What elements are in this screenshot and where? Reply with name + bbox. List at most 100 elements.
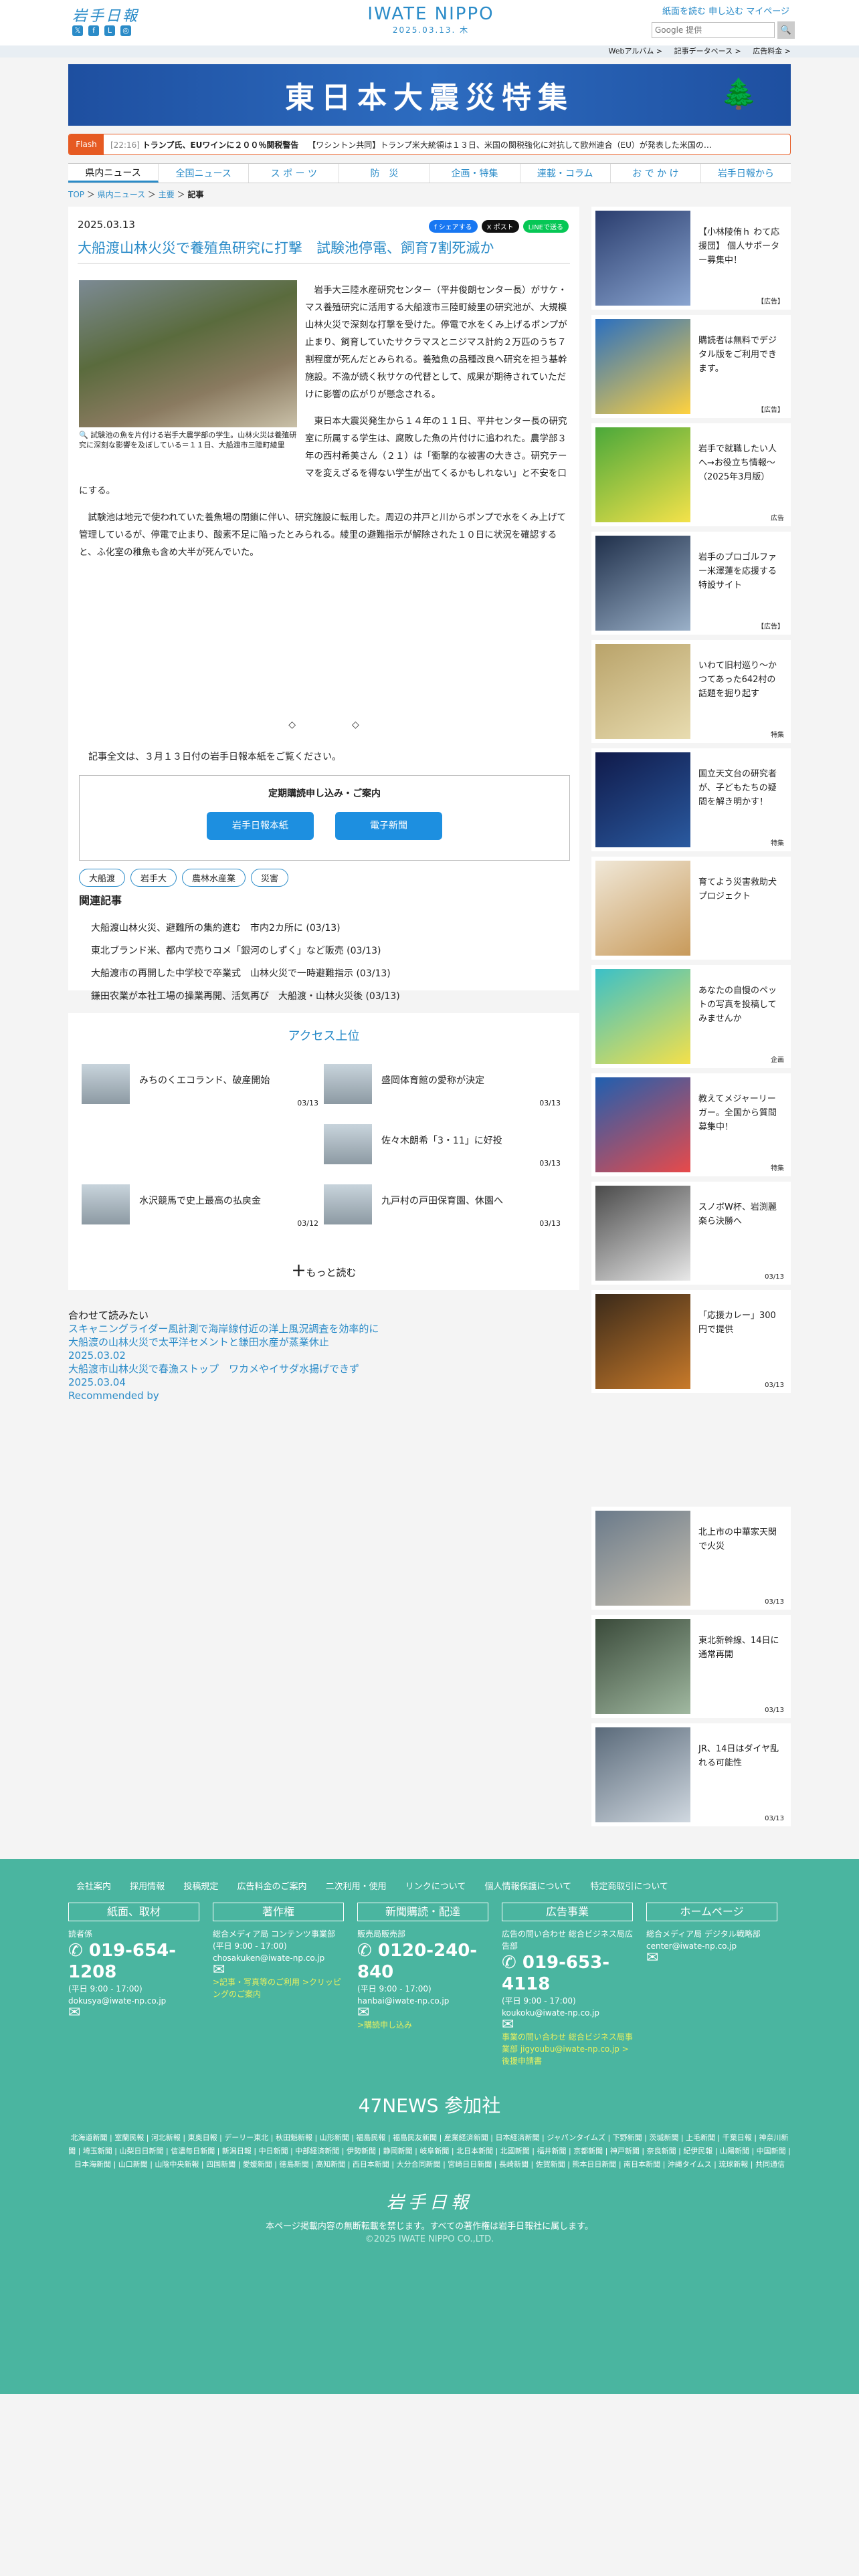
site-logo[interactable]: 岩手日報 [72, 4, 139, 25]
recommended-by[interactable]: Recommended by [68, 1389, 579, 1402]
footer-link[interactable]: リンクについて [405, 1882, 466, 1892]
sidebar-card[interactable]: スノボW杯、岩渕麗楽ら決勝へ 03/13 [591, 1182, 791, 1285]
contact-email[interactable]: koukoku@iwate-np.co.jp [502, 2007, 633, 2019]
line-share-button[interactable]: LINEで送る [522, 220, 569, 233]
digital-subscribe-button[interactable]: 電子新聞 [335, 812, 442, 840]
mail-icon[interactable]: ✉ [68, 2006, 199, 2020]
search-icon[interactable]: 🔍 [777, 21, 795, 39]
nav-outing[interactable]: お で か け [611, 164, 701, 183]
contact-links[interactable]: 事業の問い合わせ 総合ビジネス局事業部 jigyoubu@iwate-np.co… [502, 2031, 633, 2067]
read-also-item[interactable]: 大船渡の山林火災で太平洋セメントと鎌田水産が蒸業休止 [68, 1335, 579, 1349]
related-item[interactable]: 大船渡山林火災、避難所の集約進む 市内2カ所に (03/13) [91, 917, 400, 940]
sidebar-card-kind: 特集 [771, 840, 784, 847]
contact-email[interactable]: chosakuken@iwate-np.co.jp [213, 1952, 344, 1964]
nav-disaster[interactable]: 防 災 [339, 164, 430, 183]
related-item[interactable]: 大船渡市の再開した中学校で卒業式 山林火災で一時避難指示 (03/13) [91, 962, 400, 985]
nav-feature[interactable]: 企画・特集 [430, 164, 520, 183]
ranking-item[interactable]: 水沢競馬で史上最高の払戻金 03/12 [82, 1184, 324, 1232]
mail-icon[interactable]: ✉ [646, 1951, 777, 1965]
sidebar-card[interactable]: 東北新幹線、14日に通常再開 03/13 [591, 1615, 791, 1718]
instagram-icon[interactable]: ◎ [120, 25, 131, 36]
nav-sports[interactable]: ス ポ ー ツ [249, 164, 340, 183]
brand[interactable]: IWATE NIPPO 2025.03.13. 木 [351, 4, 511, 35]
mail-icon[interactable]: ✉ [357, 2006, 488, 2020]
sub-link-db[interactable]: 記事データベース > [674, 47, 741, 56]
contact-email[interactable]: center@iwate-np.co.jp [646, 1940, 777, 1952]
search-input[interactable] [652, 22, 775, 38]
breadcrumb-top[interactable]: TOP [68, 190, 84, 199]
read-more-button[interactable]: ＋もっと読む [68, 1259, 579, 1281]
paper-subscribe-button[interactable]: 岩手日報本紙 [207, 812, 314, 840]
footer-link[interactable]: 会社案内 [76, 1882, 111, 1892]
sidebar-card[interactable]: 北上市の中華家天関で火災 03/13 [591, 1507, 791, 1610]
sidebar-card[interactable]: 国立天文台の研究者が、子どもたちの疑問を解き明かす！ 特集 [591, 748, 791, 851]
phone-number[interactable]: ✆ 019-654-1208 [68, 1940, 199, 1983]
contact-links[interactable]: >購読申し込み [357, 2019, 488, 2031]
partner-papers[interactable]: 北海道新聞 | 室蘭民報 | 河北新報 | 東奥日報 | デーリー東北 | 秋田… [68, 2131, 791, 2171]
facebook-share-button[interactable]: f シェアする [428, 220, 478, 233]
contact-dept: 広告の問い合わせ 総合ビジネス局広告部 [502, 1929, 633, 1951]
plus-icon: ＋ [291, 1263, 306, 1280]
brand-date: 2025.03.13. 木 [392, 25, 470, 35]
ranking-item[interactable]: 佐々木朗希「3・11」に好投 03/13 [324, 1124, 566, 1172]
breadcrumb-cat[interactable]: 県内ニュース [98, 190, 145, 199]
flash-ticker[interactable]: Flash [22:16] トランプ氏、EUワインに２００％関税警告 【ワシント… [68, 134, 791, 155]
mail-icon[interactable]: ✉ [502, 2018, 633, 2032]
nav-column[interactable]: 連載・コラム [520, 164, 611, 183]
ranking-title: みちのくエコランド、破産開始 [139, 1075, 270, 1086]
line-icon[interactable]: L [104, 25, 115, 36]
x-post-button[interactable]: X ポスト [481, 220, 519, 233]
sidebar-card[interactable]: 「応援カレー」300円で提供 03/13 [591, 1290, 791, 1393]
ranking-item[interactable]: 九戸村の戸田保育園、休園へ 03/13 [324, 1184, 566, 1232]
sidebar-card[interactable]: 岩手のプロゴルファー米澤蓮を応援する特設サイト 【広告】 [591, 532, 791, 635]
footer-link[interactable]: 特定商取引について [590, 1882, 668, 1892]
footer-link[interactable]: 個人情報保護について [485, 1882, 572, 1892]
special-banner[interactable]: 東日本大震災特集 🌲 [68, 64, 791, 126]
top-links[interactable]: 紙面を読む 申し込む マイページ [662, 4, 789, 17]
sub-link-ad[interactable]: 広告料金 > [753, 47, 791, 56]
contact-email[interactable]: hanbai@iwate-np.co.jp [357, 1995, 488, 2007]
ranking-item[interactable]: みちのくエコランド、破産開始 03/13 [82, 1064, 324, 1112]
tag[interactable]: 災害 [251, 869, 289, 887]
sidebar-card[interactable]: いわて旧村巡り～かつてあった642村の話題を掘り起す 特集 [591, 640, 791, 743]
sidebar-card[interactable]: 育てよう災害救助犬プロジェクト [591, 857, 791, 960]
read-also-item[interactable]: スキャニングライダー風計測で海岸線付近の洋上風況調査を効率的に [68, 1322, 579, 1335]
sidebar-card[interactable]: 【小林陵侑ｈ わて応援団】 個人サポーター募集中！ 【広告】 [591, 207, 791, 310]
related-item[interactable]: 東北ブランド米、都内で売りコメ「銀河のしずく」など販売 (03/13) [91, 940, 400, 962]
access-title: アクセス上位 [288, 1029, 360, 1043]
tag[interactable]: 岩手大 [130, 869, 177, 887]
nav-national[interactable]: 全国ニュース [159, 164, 250, 183]
facebook-icon[interactable]: f [88, 25, 99, 36]
nav-from-nippo[interactable]: 岩手日報から [701, 164, 791, 183]
read-also-item[interactable]: 大船渡市山林火災で春漁ストップ ワカメやイサダ水揚げできず [68, 1362, 579, 1376]
phone-number[interactable]: ✆ 0120-240-840 [357, 1940, 488, 1983]
contact-heading: 広告事業 [502, 1903, 633, 1921]
breadcrumb-sub[interactable]: 主要 [159, 190, 175, 199]
footer-link[interactable]: 二次利用・使用 [326, 1882, 387, 1892]
x-icon[interactable]: 𝕏 [72, 25, 83, 36]
footer-link[interactable]: 投稿規定 [183, 1882, 218, 1892]
footer-link[interactable]: 採用情報 [130, 1882, 165, 1892]
sidebar-card[interactable]: JR、14日はダイヤ乱れる可能性 03/13 [591, 1723, 791, 1826]
mail-icon[interactable]: ✉ [213, 1963, 344, 1977]
nav-prefecture[interactable]: 県内ニュース [68, 164, 159, 183]
article-photo[interactable] [79, 280, 297, 427]
sidebar-card[interactable]: 購読者は無料でデジタル版をご利用できます。 【広告】 [591, 315, 791, 418]
sidebar-card[interactable]: 教えてメジャーリーガー。全国から質問募集中！ 特集 [591, 1073, 791, 1176]
diamond-divider: ◇ ◇ [288, 720, 359, 730]
sub-link-album[interactable]: Webアルバム > [609, 47, 663, 56]
phone-number[interactable]: ✆ 019-653-4118 [502, 1952, 633, 1995]
contact-email[interactable]: dokusya@iwate-np.co.jp [68, 1995, 199, 2007]
ranking-item[interactable]: 盛岡体育館の愛称が決定 03/13 [324, 1064, 566, 1112]
related-item[interactable]: 鎌田农業が本社工場の操業再開、活気再び 大船渡・山林火災後 (03/13) [91, 985, 400, 1008]
sidebar-card-title: 「応援カレー」300円で提供 [698, 1311, 776, 1335]
contact-links[interactable]: >記事・写真等のご利用 >クリッピングのご案内 [213, 1976, 344, 2000]
tag[interactable]: 大船渡 [79, 869, 126, 887]
footer-link[interactable]: 広告料金のご案内 [237, 1882, 306, 1892]
ranking-date: 03/13 [539, 1219, 561, 1228]
sidebar-card[interactable]: 岩手で就職したい人へ→お役立ち情報～（2025年3月版） 広告 [591, 423, 791, 526]
sidebar-card[interactable]: あなたの自慢のペットの写真を投稿してみませんか 企画 [591, 965, 791, 1068]
tag[interactable]: 農林水産業 [182, 869, 246, 887]
subscribe-title: 定期購読申し込み・ご案内 [268, 788, 381, 799]
